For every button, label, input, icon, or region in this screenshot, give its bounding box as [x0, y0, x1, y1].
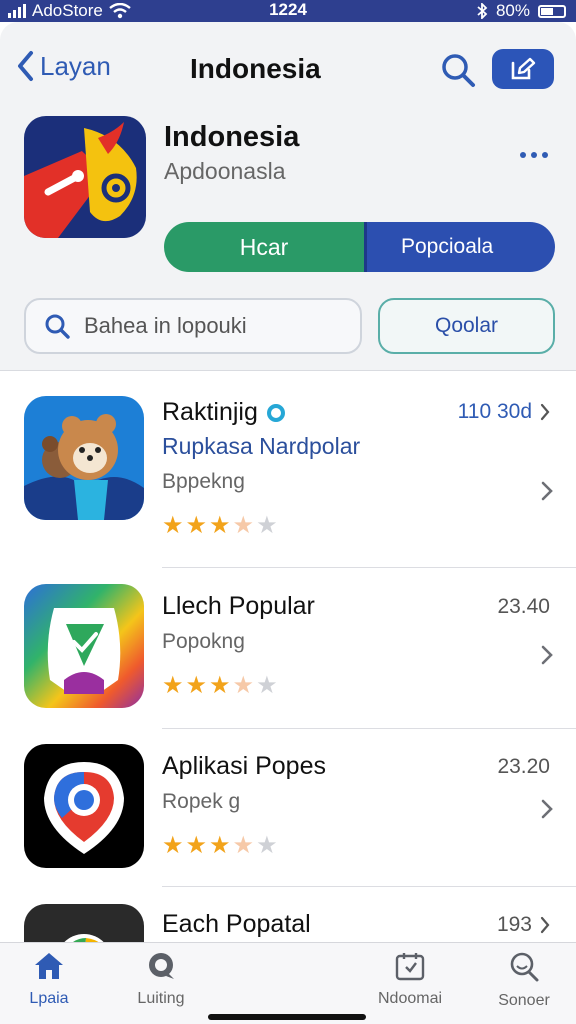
- row-divider: [162, 567, 576, 568]
- tab-home[interactable]: Lpaia: [0, 951, 104, 1008]
- star-icon: ★: [185, 672, 208, 699]
- app-subtitle: Bppekng: [162, 470, 245, 493]
- app-title: Indonesia: [164, 121, 300, 153]
- app-name: Each Popatal: [162, 910, 311, 938]
- star-icon: ★: [162, 832, 184, 859]
- tab-label: Ndoomai: [377, 990, 443, 1007]
- list-item[interactable]: Llech Popular Popokng ★ ★ ★ ★ ★ 23.40: [0, 570, 576, 730]
- tab-chat[interactable]: Luiting: [106, 951, 216, 1008]
- app-subtitle: Ropek g: [162, 790, 241, 813]
- search-input[interactable]: Bahea in lopouki: [24, 298, 362, 354]
- segment-left[interactable]: Hcar: [164, 222, 364, 272]
- chevron-right-icon[interactable]: [540, 644, 554, 666]
- app-meta: 110 30d: [458, 400, 550, 424]
- chevron-right-icon: [540, 916, 550, 934]
- search-icon: [510, 952, 539, 982]
- star-icon: ★: [232, 512, 255, 539]
- more-options-icon[interactable]: [520, 152, 548, 158]
- chevron-right-icon[interactable]: [540, 480, 554, 502]
- segment-right[interactable]: Popcioala: [364, 222, 555, 272]
- star-icon: ★: [185, 512, 208, 539]
- tab-apps[interactable]: Ndoomai: [355, 951, 465, 1008]
- star-icon: ★: [256, 512, 278, 539]
- star-rating: ★ ★ ★ ★ ★: [162, 834, 278, 858]
- segmented-control: Hcar Popcioala: [164, 222, 555, 272]
- apps-icon: [395, 953, 425, 981]
- nav-bar: Layan Indonesia: [0, 22, 576, 118]
- edit-icon: [511, 57, 536, 80]
- star-icon: ★: [256, 832, 278, 859]
- home-indicator: [208, 1014, 366, 1020]
- home-icon: [35, 953, 63, 979]
- star-icon: ★: [232, 672, 255, 699]
- tab-search[interactable]: Sonoer: [469, 951, 576, 1010]
- search-button[interactable]: [440, 52, 476, 88]
- page-title: Indonesia: [190, 53, 321, 84]
- tab-label: Luiting: [137, 990, 185, 1007]
- chevron-left-icon: [18, 51, 33, 81]
- tab-label: Sonoer: [498, 992, 550, 1009]
- app-meta: 193: [497, 913, 550, 937]
- row-divider: [162, 728, 576, 729]
- star-icon: ★: [256, 672, 278, 699]
- section-divider: [0, 370, 576, 371]
- tab-label: Lpaia: [29, 990, 69, 1007]
- search-action-button[interactable]: Qoolar: [378, 298, 555, 354]
- app-icon-indonesia: [24, 116, 146, 238]
- app-icon-llech-popular: [24, 584, 144, 708]
- back-button[interactable]: Layan: [16, 50, 111, 82]
- app-meta: 23.40: [497, 595, 550, 618]
- battery-icon: [538, 4, 566, 18]
- star-icon: ★: [162, 512, 184, 539]
- app-subtitle: Apdoonasla: [164, 158, 286, 184]
- search-placeholder: Bahea in lopouki: [84, 313, 247, 338]
- verified-icon: [266, 404, 285, 423]
- app-name: Aplikasi Popes: [162, 752, 326, 780]
- app-meta: 23.20: [497, 755, 550, 778]
- app-subtitle: Popokng: [162, 630, 245, 653]
- chevron-right-icon: [540, 403, 550, 421]
- search-icon: [442, 54, 475, 87]
- bluetooth-icon: [477, 3, 488, 19]
- star-icon: ★: [209, 672, 231, 699]
- star-rating: ★ ★ ★ ★ ★: [162, 674, 278, 698]
- row-divider: [162, 886, 576, 887]
- back-label: Layan: [40, 50, 111, 81]
- search-icon: [45, 314, 70, 339]
- app-name: Llech Popular: [162, 592, 315, 620]
- app-category: Rupkasa Nardpolar: [162, 433, 361, 459]
- star-rating: ★ ★ ★ ★ ★: [162, 514, 278, 538]
- app-icon-raktinjig: [24, 396, 144, 520]
- app-icon-aplikasi-popes: [24, 744, 144, 868]
- chat-icon: [149, 953, 174, 979]
- star-icon: ★: [232, 832, 255, 859]
- status-bar: AdoStore 1224 80%: [0, 0, 576, 22]
- star-icon: ★: [162, 672, 184, 699]
- chevron-right-icon[interactable]: [540, 798, 554, 820]
- list-item[interactable]: Aplikasi Popes Ropek g ★ ★ ★ ★ ★ 23.20: [0, 730, 576, 890]
- app-name: Raktinjig: [162, 398, 285, 427]
- star-icon: ★: [209, 512, 231, 539]
- list-item[interactable]: Raktinjig Rupkasa Nardpolar Bppekng ★ ★ ★ ★…: [0, 380, 576, 570]
- star-icon: ★: [185, 832, 208, 859]
- battery-percent: 80%: [495, 1, 530, 20]
- tab-bar: Lpaia Luiting Ndoomai Sonoer: [0, 942, 576, 1024]
- edit-button[interactable]: [492, 49, 554, 89]
- star-icon: ★: [209, 832, 231, 859]
- list-item[interactable]: Each Popatal 193: [0, 890, 576, 1024]
